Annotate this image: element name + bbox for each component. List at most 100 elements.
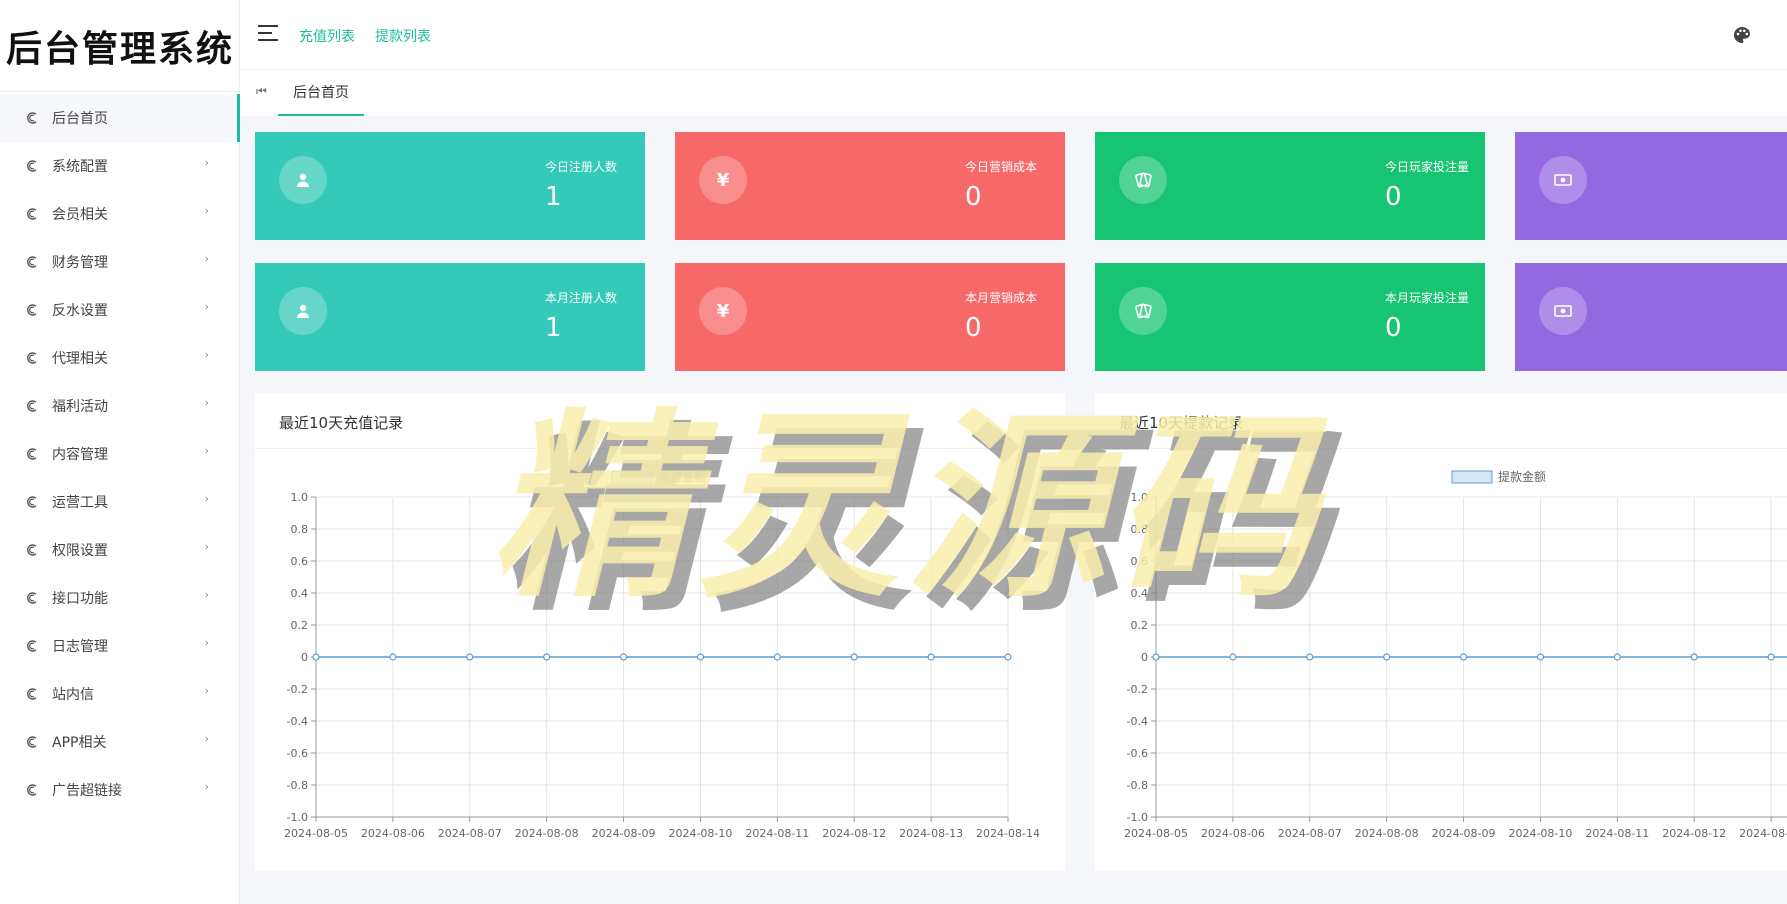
sidebar-item-10[interactable]: 接口功能 › bbox=[0, 574, 239, 622]
x-tick-label: 2024-08-13 bbox=[899, 827, 963, 840]
circle-arc-icon bbox=[24, 206, 40, 222]
sidebar-item-12[interactable]: 站内信 › bbox=[0, 670, 239, 718]
hamburger-icon[interactable] bbox=[258, 25, 278, 41]
yen-icon: ¥ bbox=[699, 287, 747, 335]
first-tab-icon[interactable]: ⏮ bbox=[256, 84, 267, 99]
circle-arc-icon bbox=[24, 638, 40, 654]
stat-value: 0 bbox=[965, 313, 982, 343]
sidebar-item-1[interactable]: 系统配置 › bbox=[0, 142, 239, 190]
stat-value: 0 bbox=[965, 182, 982, 212]
y-tick-label: 0.8 bbox=[1131, 523, 1149, 536]
app-logo: 后台管理系统 bbox=[0, 0, 239, 92]
withdraw-list-link[interactable]: 提款列表 bbox=[375, 26, 431, 46]
data-point bbox=[850, 653, 858, 661]
x-tick-label: 2024-08-05 bbox=[284, 827, 348, 840]
data-point bbox=[1004, 653, 1012, 661]
data-point bbox=[773, 653, 781, 661]
y-tick-label: -0.8 bbox=[1127, 779, 1148, 792]
y-tick-label: 0.4 bbox=[1131, 587, 1149, 600]
circle-arc-icon bbox=[24, 494, 40, 510]
recharge-line-chart: 充值金额 1.0 0.8 0.6 0.4 0.2 0 -0.2 -0.4 -0.6 -0.8 -1.0… bbox=[284, 469, 1040, 840]
circle-arc-icon bbox=[24, 542, 40, 558]
stat-card-today-bets: 今日玩家投注量 0 bbox=[1095, 132, 1485, 240]
stat-card-today-extra bbox=[1515, 132, 1787, 240]
stat-label: 今日注册人数 bbox=[545, 160, 618, 174]
money-icon bbox=[1539, 287, 1587, 335]
sidebar-item-label: APP相关 bbox=[52, 735, 107, 751]
stat-value: 1 bbox=[545, 182, 562, 212]
sidebar-item-13[interactable]: APP相关 › bbox=[0, 718, 239, 766]
y-tick-label: -0.2 bbox=[1127, 683, 1148, 696]
sidebar-item-9[interactable]: 权限设置 › bbox=[0, 526, 239, 574]
data-point bbox=[543, 653, 551, 661]
circle-arc-icon bbox=[24, 350, 40, 366]
y-tick-label: -1.0 bbox=[1127, 811, 1148, 824]
sidebar-item-4[interactable]: 反水设置 › bbox=[0, 286, 239, 334]
data-point bbox=[1306, 653, 1314, 661]
y-tick-label: 0.4 bbox=[291, 587, 309, 600]
y-tick-label: -0.8 bbox=[287, 779, 308, 792]
x-tick-label: 2024-08-10 bbox=[668, 827, 732, 840]
legend-swatch bbox=[611, 470, 653, 484]
stat-value: 0 bbox=[1385, 313, 1402, 343]
sidebar-item-label: 站内信 bbox=[52, 687, 94, 703]
circle-arc-icon bbox=[24, 446, 40, 462]
sidebar-item-label: 运营工具 bbox=[52, 495, 108, 511]
x-tick-label: 2024-08-12 bbox=[1662, 827, 1726, 840]
chevron-right-icon: › bbox=[204, 204, 209, 217]
sidebar-item-label: 日志管理 bbox=[52, 639, 108, 655]
sidebar-item-label: 反水设置 bbox=[52, 303, 108, 319]
data-point bbox=[1536, 653, 1545, 661]
stat-label: 今日营销成本 bbox=[965, 160, 1038, 174]
data-point bbox=[696, 653, 705, 661]
recharge-list-link[interactable]: 充值列表 bbox=[299, 26, 355, 46]
palette-icon[interactable] bbox=[1733, 26, 1751, 44]
chevron-right-icon: › bbox=[204, 588, 209, 601]
cards-icon bbox=[1119, 287, 1167, 335]
sidebar-item-2[interactable]: 会员相关 › bbox=[0, 190, 239, 238]
sidebar-item-14[interactable]: 广告超链接 › bbox=[0, 766, 239, 814]
chevron-right-icon: › bbox=[204, 780, 209, 793]
y-tick-label: -0.4 bbox=[287, 715, 308, 728]
data-point bbox=[1152, 653, 1160, 661]
circle-arc-icon bbox=[24, 302, 40, 318]
sidebar-item-label: 广告超链接 bbox=[52, 783, 122, 799]
stat-label: 本月营销成本 bbox=[965, 291, 1038, 305]
y-tick-label: 0.6 bbox=[291, 555, 309, 568]
stat-card-month-marketing-cost: ¥ 本月营销成本 0 bbox=[675, 263, 1065, 371]
tab-home[interactable]: 后台首页 bbox=[278, 70, 364, 116]
user-icon bbox=[279, 156, 327, 204]
y-tick-label: -1.0 bbox=[287, 811, 308, 824]
sidebar-item-0[interactable]: 后台首页 bbox=[0, 94, 240, 142]
data-point bbox=[1613, 653, 1621, 661]
sidebar-item-7[interactable]: 内容管理 › bbox=[0, 430, 239, 478]
y-tick-label: 1.0 bbox=[1131, 491, 1149, 504]
y-tick-label: 0 bbox=[301, 651, 308, 664]
data-point bbox=[1383, 653, 1391, 661]
chevron-right-icon: › bbox=[204, 684, 209, 697]
y-tick-label: 0.6 bbox=[1131, 555, 1149, 568]
sidebar-item-label: 会员相关 bbox=[52, 207, 108, 223]
x-tick-label: 2024-08-09 bbox=[1432, 827, 1496, 840]
sidebar-item-8[interactable]: 运营工具 › bbox=[0, 478, 239, 526]
x-tick-label: 2024-08-09 bbox=[592, 827, 656, 840]
sidebar-item-label: 财务管理 bbox=[52, 255, 108, 271]
sidebar-menu: 后台首页 系统配置 › 会员相关 › 财务管理 › 反水设置 › 代理相关 › 福利活动 › 内容管理 › 运… bbox=[0, 92, 240, 814]
sidebar-item-11[interactable]: 日志管理 › bbox=[0, 622, 239, 670]
x-tick-label: 2024-08-13 bbox=[1739, 827, 1787, 840]
sidebar-item-label: 代理相关 bbox=[52, 351, 108, 367]
stat-label: 本月注册人数 bbox=[545, 291, 618, 305]
data-point bbox=[466, 653, 474, 661]
sidebar-item-6[interactable]: 福利活动 › bbox=[0, 382, 239, 430]
x-tick-label: 2024-08-10 bbox=[1508, 827, 1572, 840]
circle-arc-icon bbox=[24, 590, 40, 606]
y-tick-label: -0.6 bbox=[287, 747, 308, 760]
tab-bar: ⏮ 后台首页 bbox=[240, 70, 1787, 116]
sidebar-item-3[interactable]: 财务管理 › bbox=[0, 238, 239, 286]
data-point bbox=[312, 653, 320, 661]
chevron-right-icon: › bbox=[204, 396, 209, 409]
sidebar-item-5[interactable]: 代理相关 › bbox=[0, 334, 239, 382]
data-point bbox=[1690, 653, 1698, 661]
x-tick-label: 2024-08-14 bbox=[976, 827, 1040, 840]
y-tick-label: -0.6 bbox=[1127, 747, 1148, 760]
